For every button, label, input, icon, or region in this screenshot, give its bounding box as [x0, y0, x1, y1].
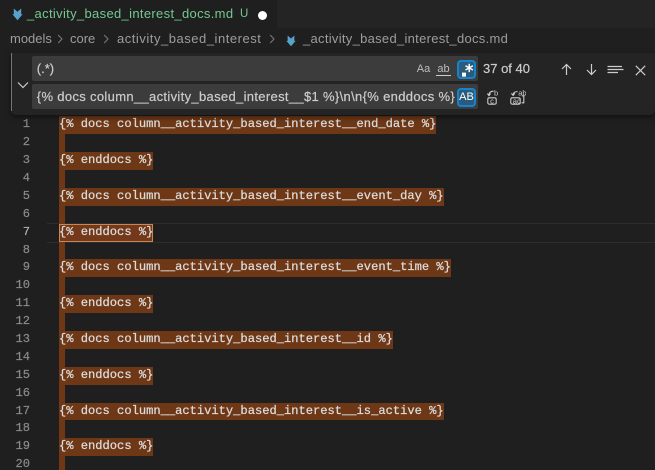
- svg-text:ac: ac: [513, 96, 521, 105]
- svg-text:b: b: [494, 90, 498, 97]
- svg-text:c: c: [490, 96, 494, 105]
